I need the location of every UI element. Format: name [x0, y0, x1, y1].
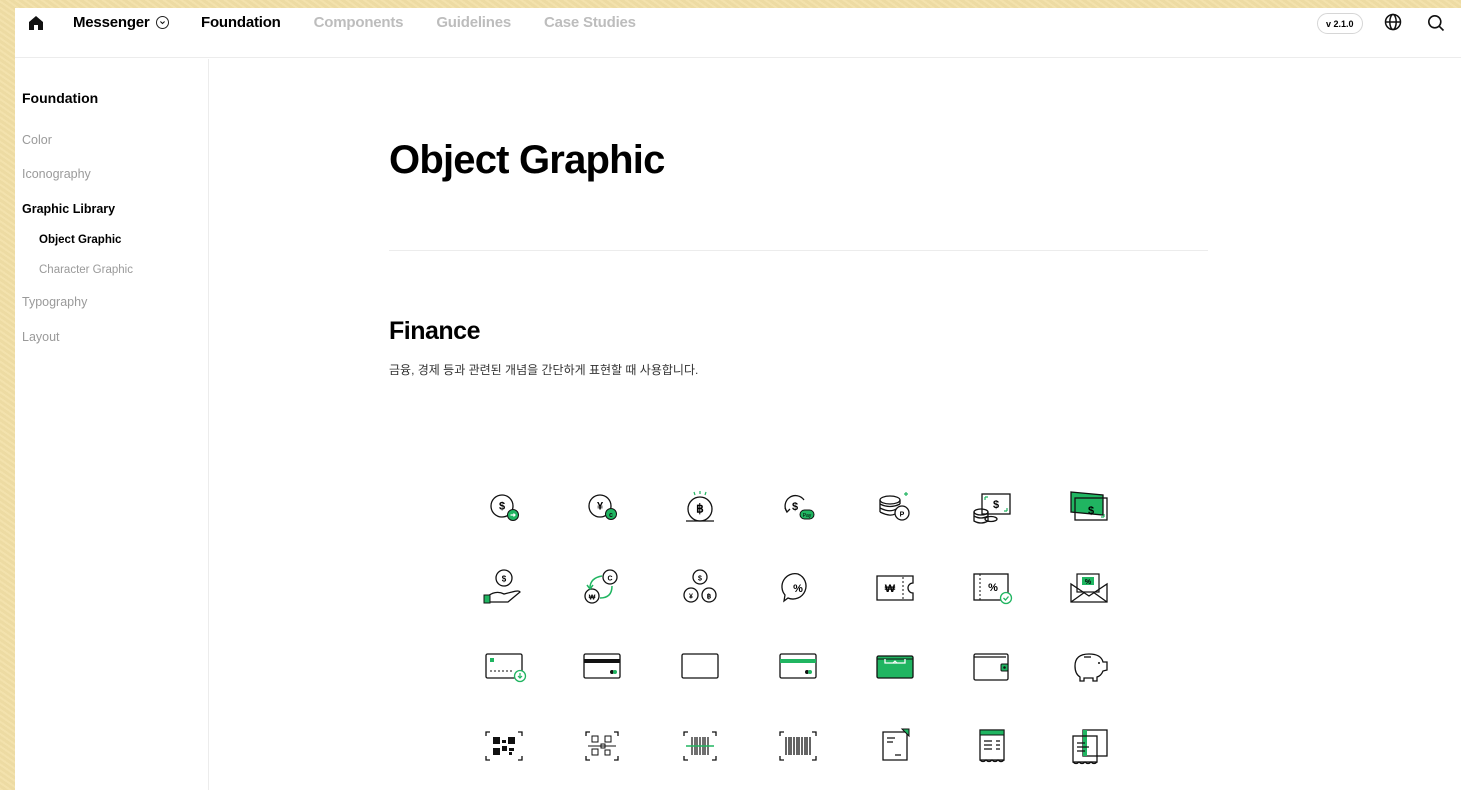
svg-text:฿: ฿ [707, 593, 712, 601]
svg-text:%: % [988, 582, 998, 594]
sidebar-item-graphic-library[interactable]: Graphic Library [22, 202, 115, 216]
card-green-stripe-icon[interactable] [776, 646, 820, 686]
svg-text:₩: ₩ [589, 595, 596, 602]
yen-coin-icon[interactable]: ¥ c [580, 488, 624, 528]
svg-text:C: C [607, 576, 612, 583]
barcode-scan-icon[interactable] [678, 726, 722, 766]
section-description: 금융, 경제 등과 관련된 개념을 간단하게 표현할 때 사용합니다. [389, 363, 699, 377]
svg-text:P: P [900, 512, 905, 519]
qr-code-icon[interactable] [482, 726, 526, 766]
section-title: Finance [389, 317, 480, 345]
card-green-icon[interactable] [678, 646, 722, 686]
svg-text:Pay: Pay [803, 513, 812, 519]
nav-guidelines[interactable]: Guidelines [436, 14, 511, 31]
sidebar-subitem-object-graphic[interactable]: Object Graphic [39, 234, 121, 246]
divider [389, 250, 1208, 251]
search-icon[interactable] [1427, 14, 1445, 32]
svg-text:¥: ¥ [689, 594, 693, 601]
chevron-down-icon [155, 16, 169, 29]
dollar-pay-icon[interactable]: $ Pay [776, 488, 820, 528]
top-navigation-bar: Messenger Foundation Components Guidelin… [15, 8, 1461, 58]
brand-label: Messenger [73, 14, 150, 31]
version-badge[interactable]: v 2.1.0 [1317, 13, 1363, 34]
cash-coins-icon[interactable]: $ [970, 488, 1014, 528]
brand-selector[interactable]: Messenger [73, 14, 169, 31]
page-title: Object Graphic [389, 138, 665, 182]
svg-text:%: % [1085, 579, 1092, 586]
svg-text:$: $ [993, 499, 999, 511]
percent-coupon-check-icon[interactable]: % [970, 568, 1014, 608]
svg-text:$: $ [792, 501, 798, 513]
nav-foundation[interactable]: Foundation [201, 14, 281, 31]
barcode-icon[interactable] [776, 726, 820, 766]
svg-text:¥: ¥ [597, 501, 604, 513]
currency-exchange-icon[interactable]: C ₩ [580, 568, 624, 608]
receipt-list-icon[interactable] [970, 726, 1014, 766]
svg-text:฿: ฿ [696, 502, 704, 516]
cash-bills-icon[interactable]: $ [1067, 488, 1111, 528]
card-download-icon[interactable] [482, 646, 527, 686]
svg-text:₩: ₩ [885, 583, 896, 595]
sidebar-item-color[interactable]: Color [22, 133, 52, 147]
multi-currency-coins-icon[interactable]: $ ¥ ฿ [678, 568, 722, 608]
dollar-coin-send-icon[interactable]: $ [482, 488, 526, 528]
receipts-stack-icon[interactable] [1067, 726, 1111, 766]
baht-coin-icon[interactable]: ฿ [678, 488, 722, 528]
svg-text:$: $ [1088, 505, 1094, 517]
percent-envelope-icon[interactable]: % [1067, 568, 1111, 608]
globe-icon[interactable] [1384, 13, 1402, 31]
sidebar-title: Foundation [22, 90, 99, 106]
dollar-hand-icon[interactable]: $ [482, 568, 526, 608]
percent-chat-icon[interactable]: % [776, 568, 820, 608]
coin-stack-point-icon[interactable]: P [873, 488, 917, 528]
wallet-icon[interactable] [970, 646, 1014, 686]
sidebar-item-typography[interactable]: Typography [22, 295, 87, 309]
piggy-bank-icon[interactable] [1067, 646, 1111, 686]
wallet-green-icon[interactable] [873, 646, 917, 686]
sidebar-item-iconography[interactable]: Iconography [22, 167, 91, 181]
home-icon[interactable] [27, 14, 45, 32]
won-ticket-icon[interactable]: ₩ [873, 568, 917, 608]
svg-text:c: c [609, 512, 613, 519]
sidebar: Foundation Color Iconography Graphic Lib… [15, 59, 209, 790]
svg-text:$: $ [698, 576, 702, 583]
sidebar-item-layout[interactable]: Layout [22, 330, 60, 344]
svg-text:$: $ [502, 575, 507, 584]
svg-text:%: % [793, 583, 803, 595]
nav-case-studies[interactable]: Case Studies [544, 14, 636, 31]
card-black-stripe-icon[interactable] [580, 646, 624, 686]
sidebar-subitem-character-graphic[interactable]: Character Graphic [39, 264, 133, 276]
nav-components[interactable]: Components [314, 14, 404, 31]
qr-code-scan-icon[interactable] [580, 726, 624, 766]
receipt-icon[interactable] [873, 726, 917, 766]
app-window: Messenger Foundation Components Guidelin… [15, 8, 1461, 790]
main-nav: Foundation Components Guidelines Case St… [201, 14, 636, 31]
svg-text:$: $ [499, 501, 505, 513]
